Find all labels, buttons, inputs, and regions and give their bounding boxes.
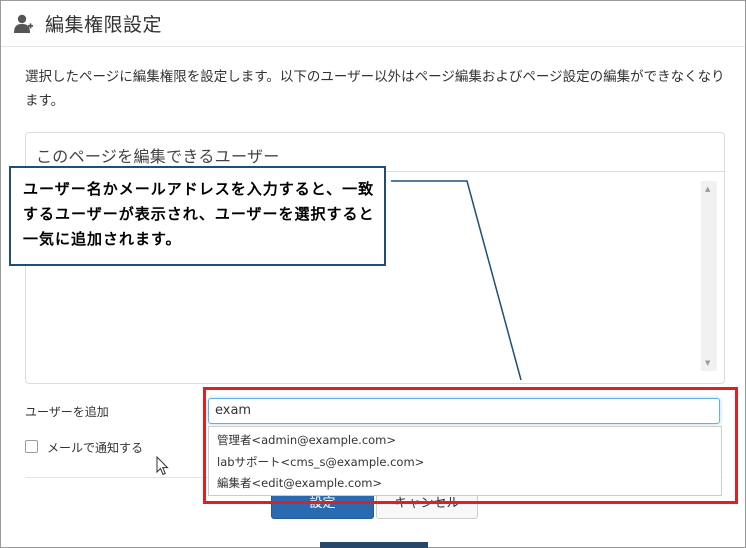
add-user-label: ユーザーを追加 bbox=[25, 405, 109, 419]
notify-checkbox[interactable] bbox=[25, 440, 38, 453]
user-add-icon bbox=[14, 14, 34, 34]
dialog-title: 編集権限設定 bbox=[45, 14, 163, 36]
dialog-header: 編集権限設定 bbox=[1, 1, 745, 47]
dialog-description: 選択したページに編集権限を設定します。以下のユーザー以外はページ編集およびページ… bbox=[25, 69, 725, 109]
highlight-frame bbox=[203, 387, 738, 504]
scroll-down-icon[interactable]: ▼ bbox=[705, 359, 710, 367]
mouse-pointer-icon bbox=[156, 455, 170, 480]
annotation-callout: ユーザー名かメールアドレスを入力すると、一致するユーザーが表示され、ユーザーを選… bbox=[9, 166, 386, 266]
edit-permission-dialog: 編集権限設定 選択したページに編集権限を設定します。以下のユーザー以外はページ編… bbox=[0, 0, 746, 548]
editors-panel-title: このページを編集できるユーザー bbox=[36, 147, 280, 166]
background-strip bbox=[320, 542, 428, 548]
scroll-up-icon[interactable]: ▲ bbox=[705, 185, 710, 193]
editors-list-scrollbar[interactable]: ▲ ▼ bbox=[701, 181, 717, 371]
notify-label: メールで通知する bbox=[47, 441, 144, 455]
callout-text: ユーザー名かメールアドレスを入力すると、一致するユーザーが表示され、ユーザーを選… bbox=[23, 180, 375, 248]
